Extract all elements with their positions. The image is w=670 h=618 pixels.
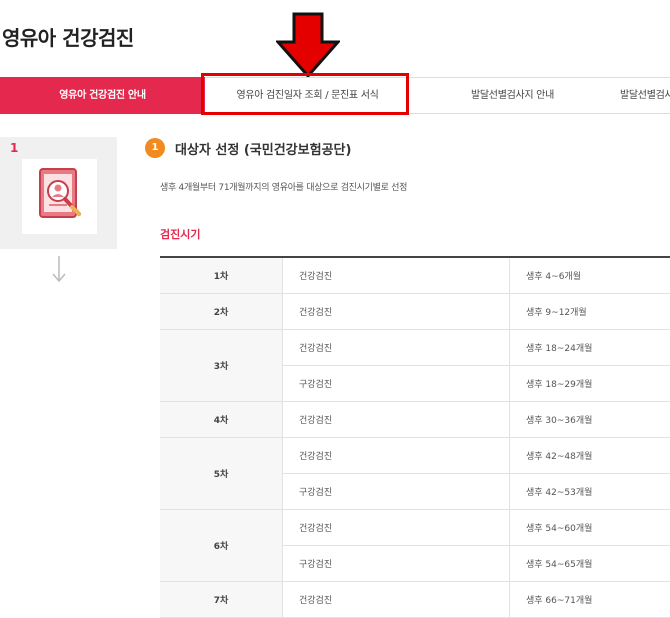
tab-development-screening[interactable]: 발달선별검사 [615,77,670,114]
table-row: 7차건강검진생후 66~71개월 [160,582,670,618]
round-cell: 5차 [160,438,283,510]
checkup-type-cell: 건강검진 [283,438,510,474]
tab-bar: 영유아 건강검진 안내 영유아 검진일자 조회 / 문진표 서식 발달선별검사지… [0,77,670,114]
checkup-type-cell: 건강검진 [283,330,510,366]
checkup-type-cell: 구강검진 [283,366,510,402]
page-title: 영유아 건강검진 [2,22,134,51]
section-title: 대상자 선정 (국민건강보험공단) [175,139,351,158]
step-card: 1 [0,137,117,249]
step-number: 1 [10,141,18,155]
table-row: 6차건강검진생후 54~60개월 [160,510,670,546]
checkup-type-cell: 건강검진 [283,294,510,330]
round-cell: 3차 [160,330,283,402]
checkup-schedule-table: 1차건강검진생후 4~6개월2차건강검진생후 9~12개월3차건강검진생후 18… [160,256,670,618]
checkup-type-cell: 건강검진 [283,510,510,546]
round-cell: 7차 [160,582,283,618]
age-range-cell: 생후 42~48개월 [510,438,670,474]
age-range-cell: 생후 54~60개월 [510,510,670,546]
age-range-cell: 생후 18~24개월 [510,330,670,366]
checkup-type-cell: 건강검진 [283,402,510,438]
down-arrow-icon [52,254,66,284]
round-cell: 2차 [160,294,283,330]
table-row: 2차건강검진생후 9~12개월 [160,294,670,330]
round-cell: 4차 [160,402,283,438]
table-row: 1차건강검진생후 4~6개월 [160,257,670,294]
checkup-type-cell: 구강검진 [283,474,510,510]
age-range-cell: 생후 66~71개월 [510,582,670,618]
age-range-cell: 생후 42~53개월 [510,474,670,510]
document-search-icon [22,159,97,234]
tab-infant-checkup-info[interactable]: 영유아 건강검진 안내 [0,77,205,114]
checkup-type-cell: 구강검진 [283,546,510,582]
schedule-title: 검진시기 [160,226,200,242]
section-description: 생후 4개월부터 71개월까지의 영유아를 대상으로 검진시기별로 선정 [160,180,407,193]
round-cell: 1차 [160,257,283,294]
age-range-cell: 생후 4~6개월 [510,257,670,294]
age-range-cell: 생후 30~36개월 [510,402,670,438]
checkup-type-cell: 건강검진 [283,257,510,294]
age-range-cell: 생후 18~29개월 [510,366,670,402]
tab-development-screening-guide[interactable]: 발달선별검사지 안내 [410,77,615,114]
red-down-arrow-icon [276,12,340,78]
section-number-badge: 1 [145,138,165,158]
tab-checkup-date-lookup[interactable]: 영유아 검진일자 조회 / 문진표 서식 [205,77,410,114]
table-row: 5차건강검진생후 42~48개월 [160,438,670,474]
age-range-cell: 생후 54~65개월 [510,546,670,582]
table-row: 3차건강검진생후 18~24개월 [160,330,670,366]
age-range-cell: 생후 9~12개월 [510,294,670,330]
table-row: 4차건강검진생후 30~36개월 [160,402,670,438]
round-cell: 6차 [160,510,283,582]
checkup-type-cell: 건강검진 [283,582,510,618]
